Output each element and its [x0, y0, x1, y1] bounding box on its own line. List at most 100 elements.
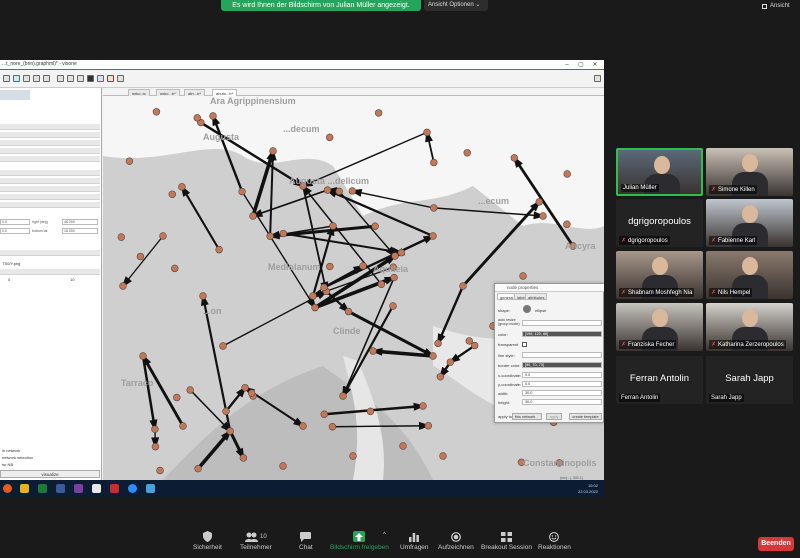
graph-node[interactable] [397, 248, 406, 257]
toolbar-node-icon[interactable] [77, 75, 84, 82]
graph-node[interactable] [430, 158, 438, 167]
minimize-icon[interactable]: – [560, 60, 574, 70]
firefox-icon[interactable] [3, 484, 12, 493]
graph-node[interactable] [136, 252, 145, 261]
graph-node[interactable] [299, 422, 307, 430]
graph-node[interactable] [323, 186, 332, 194]
graph-node[interactable] [329, 222, 337, 230]
breakout-button[interactable]: Breakout Session [481, 531, 532, 551]
height-value[interactable]: 30.0 [522, 399, 602, 405]
color-value[interactable]: [196, 120, 86] [522, 331, 602, 337]
app-icon[interactable] [74, 484, 83, 493]
graph-node[interactable] [266, 232, 274, 240]
end-meeting-button[interactable]: Beenden [758, 537, 794, 551]
panel-row[interactable] [0, 170, 100, 176]
panel-field-a[interactable]: 0.0 [0, 219, 30, 225]
graph-node[interactable] [279, 229, 287, 238]
graph-node[interactable] [178, 183, 186, 191]
share-options-chevron-icon[interactable]: ^ [383, 532, 386, 538]
graph-node[interactable] [348, 187, 357, 195]
graph-node[interactable] [344, 307, 353, 316]
graph-node[interactable] [470, 341, 479, 350]
graph-node[interactable] [209, 112, 217, 120]
graph-node[interactable] [168, 190, 176, 198]
toolbar-pointer-icon[interactable] [117, 75, 124, 82]
participant-tile[interactable]: ✗ Franziska Fecher [616, 303, 703, 351]
graph-node[interactable] [151, 425, 159, 433]
graph-node[interactable] [519, 272, 527, 280]
close-icon[interactable]: ✕ [588, 60, 602, 70]
participant-tile[interactable]: Ferran Antolin Ferran Antolin [616, 356, 703, 404]
toolbar-zoom-fit-icon[interactable] [13, 75, 20, 82]
bordercolor-value[interactable]: [80, 70, 70] [522, 362, 602, 368]
chat-button[interactable]: Chat [299, 531, 313, 551]
graph-node[interactable] [325, 133, 334, 142]
toolbar-zoom-out-icon[interactable] [33, 75, 40, 82]
graph-node[interactable] [390, 273, 398, 282]
graph-node[interactable] [226, 427, 234, 435]
graph-node[interactable] [139, 352, 147, 360]
polls-button[interactable]: Umfragen [400, 531, 429, 551]
participant-tile[interactable]: Sarah Japp Sarah Japp [706, 356, 793, 404]
graph-node[interactable] [377, 280, 386, 288]
graph-node[interactable] [309, 292, 317, 300]
y-value[interactable]: 0.0 [522, 381, 602, 387]
graph-node[interactable] [429, 232, 437, 240]
record-button[interactable]: Aufzeichnen [438, 531, 474, 551]
graph-node[interactable] [239, 454, 248, 462]
graph-node[interactable] [424, 422, 433, 430]
panel-row[interactable] [0, 178, 100, 184]
graph-node[interactable] [371, 222, 379, 230]
graph-node[interactable] [369, 347, 377, 355]
graph-node[interactable] [339, 392, 347, 400]
security-button[interactable]: Sicherheit [193, 531, 222, 551]
transparent-checkbox[interactable] [522, 342, 527, 347]
tab-network-3[interactable]: atrr...tr* [184, 89, 206, 96]
folder-icon[interactable] [20, 484, 29, 493]
participants-button[interactable]: 10 Teilnehmer [240, 531, 272, 551]
panel-row[interactable] [0, 269, 100, 275]
graph-node[interactable] [349, 452, 357, 460]
panel-row[interactable] [0, 140, 100, 146]
graph-node[interactable] [320, 283, 328, 292]
graph-node[interactable] [159, 232, 167, 240]
toolbar-select-icon[interactable] [3, 75, 10, 82]
view-button[interactable]: Ansicht [762, 3, 790, 9]
app-icon[interactable] [56, 484, 65, 493]
graph-node[interactable] [429, 352, 437, 360]
graph-node[interactable] [219, 342, 227, 350]
graph-node[interactable] [446, 358, 455, 366]
panel-field-b[interactable]: 48.299 [62, 219, 98, 225]
graph-node[interactable] [249, 212, 257, 220]
graph-node[interactable] [326, 262, 334, 271]
graph-node[interactable] [510, 154, 519, 162]
create-template-button[interactable]: create template [569, 413, 602, 420]
graph-node[interactable] [465, 337, 473, 345]
graph-node[interactable] [186, 386, 194, 394]
participant-tile[interactable]: ✗ Simone Killen [706, 148, 793, 196]
graph-node[interactable] [199, 292, 207, 300]
graph-node[interactable] [328, 423, 337, 431]
graph-node[interactable] [156, 466, 164, 475]
participant-tile[interactable]: ✗ Nils Hempel [706, 251, 793, 299]
graph-node[interactable] [434, 339, 442, 348]
toolbar-grid-icon[interactable] [57, 75, 64, 82]
graph-node[interactable] [423, 128, 431, 137]
graph-node[interactable] [269, 147, 277, 155]
excel-icon[interactable] [38, 484, 47, 493]
participant-tile[interactable]: Julian Müller [616, 148, 703, 196]
linestyle-value[interactable] [522, 352, 602, 358]
graph-node[interactable] [539, 212, 547, 220]
toolbar-expand-icon[interactable] [594, 75, 601, 82]
width-value[interactable]: 30.0 [522, 390, 602, 396]
panel-row[interactable] [0, 186, 100, 192]
graph-node[interactable] [194, 464, 202, 473]
graph-node[interactable] [311, 303, 319, 312]
panel-row[interactable] [0, 194, 100, 200]
document-icon[interactable] [92, 484, 101, 493]
graph-node[interactable] [359, 262, 367, 270]
graph-node[interactable] [366, 407, 375, 416]
graph-node[interactable] [173, 393, 181, 402]
tab-network-1[interactable]: wrko..tc [128, 89, 150, 96]
toolbar-move-icon[interactable] [67, 75, 74, 82]
